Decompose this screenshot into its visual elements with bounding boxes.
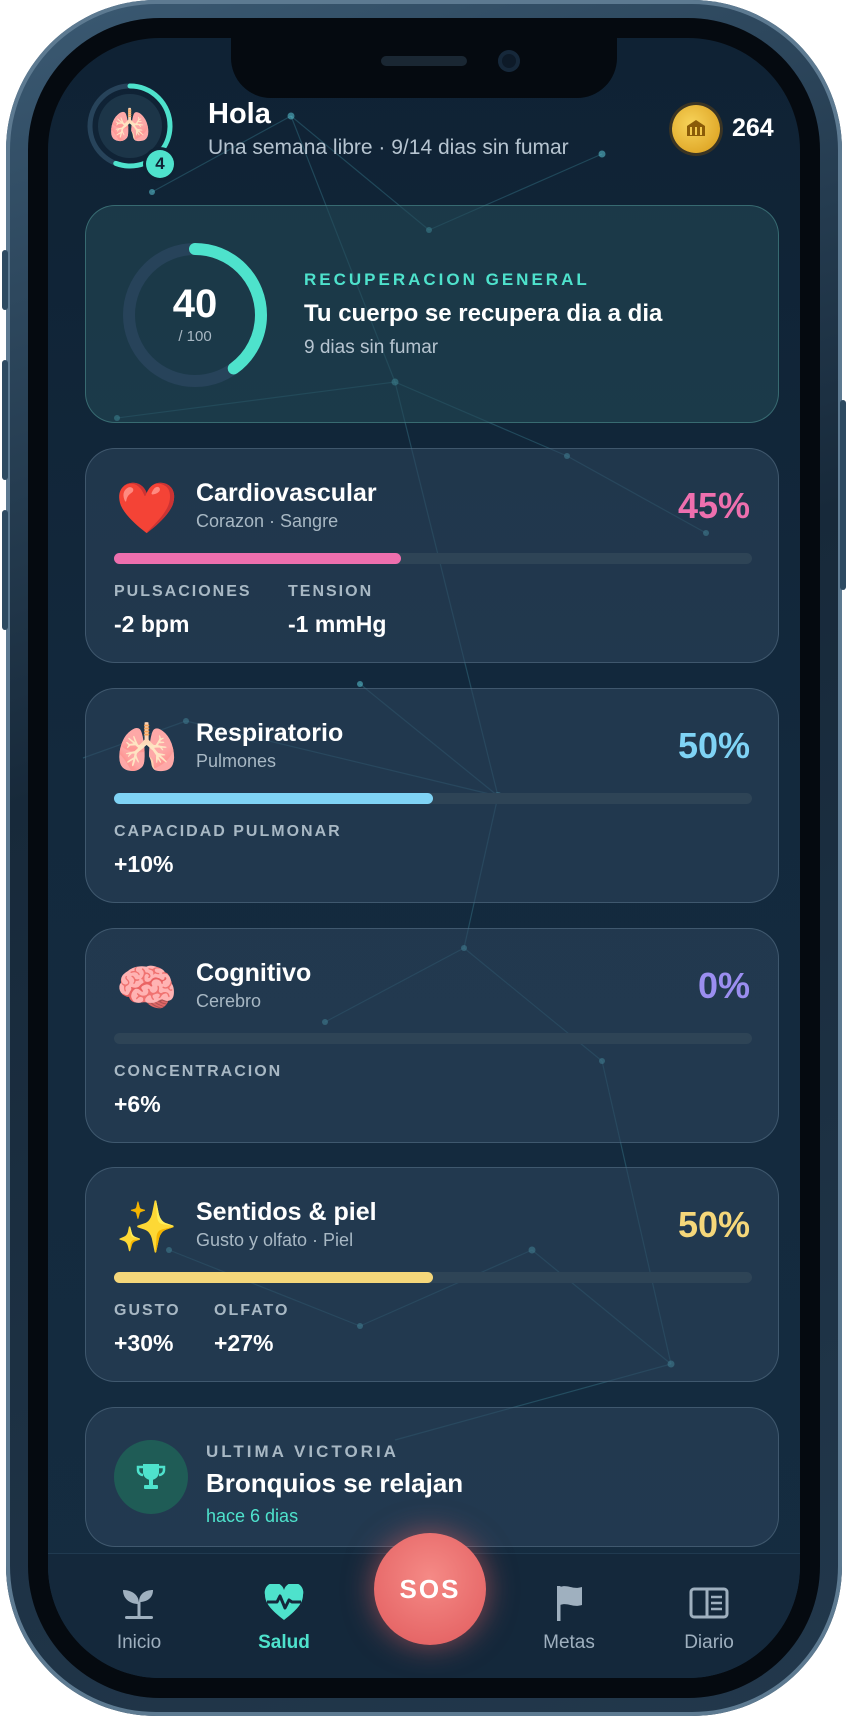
- system-percent: 45%: [677, 485, 750, 526]
- journal-icon: [649, 1582, 769, 1624]
- metric-label: CONCENTRACION: [114, 1063, 283, 1080]
- level-badge: 4: [146, 150, 174, 178]
- system-title: Respiratorio: [196, 719, 344, 747]
- recovery-subtitle: 9 dias sin fumar: [304, 337, 439, 358]
- victory-time: hace 6 dias: [206, 1506, 299, 1526]
- system-subtitle: Corazon · Sangre: [196, 511, 339, 531]
- greeting-title: Hola: [208, 98, 271, 130]
- victory-label: ULTIMA VICTORIA: [206, 1442, 399, 1461]
- metric-label: OLFATO: [214, 1302, 290, 1319]
- coin-count: 264: [732, 114, 774, 142]
- metric-gusto: GUSTO +30%: [114, 1302, 181, 1357]
- nav-diario[interactable]: Diario: [649, 1582, 769, 1654]
- overall-recovery-card[interactable]: 40 / 100 RECUPERACION GENERAL Tu cuerpo …: [85, 205, 779, 423]
- sos-button[interactable]: SOS: [374, 1533, 486, 1645]
- system-title: Sentidos & piel: [196, 1198, 377, 1226]
- notch: [231, 38, 617, 98]
- cognitive-card[interactable]: 🧠 Cognitivo Cerebro 0% CONCENTRACION +6%: [85, 928, 779, 1143]
- metric-label: CAPACIDAD PULMONAR: [114, 823, 342, 840]
- volume-up-button: [2, 360, 8, 480]
- system-percent: 50%: [677, 725, 750, 766]
- progress-fill: [114, 1272, 433, 1283]
- recovery-label: RECUPERACION GENERAL: [304, 270, 590, 289]
- progress-bar: [114, 1272, 752, 1283]
- metric-value: +27%: [214, 1330, 274, 1356]
- nav-metas[interactable]: Metas: [509, 1582, 629, 1654]
- nav-label: Metas: [543, 1632, 595, 1653]
- nav-label: Diario: [684, 1632, 734, 1653]
- nav-label: Inicio: [116, 1632, 162, 1653]
- last-victory-card[interactable]: ULTIMA VICTORIA Bronquios se relajan hac…: [85, 1407, 779, 1547]
- system-subtitle: Gusto y olfato · Piel: [196, 1230, 354, 1250]
- lungs-icon: 🫁: [115, 720, 179, 776]
- sparkles-icon: ✨: [115, 1199, 179, 1255]
- mute-switch: [2, 250, 8, 310]
- metric-value: +6%: [114, 1091, 161, 1117]
- nav-salud[interactable]: Salud: [224, 1582, 344, 1654]
- metric-value: +30%: [114, 1330, 174, 1356]
- recovery-score-max: / 100: [178, 328, 212, 345]
- system-title: Cognitivo: [196, 959, 312, 987]
- avatar[interactable]: 🫁 4: [86, 82, 174, 178]
- progress-fill: [114, 553, 402, 564]
- progress-bar: [114, 1033, 752, 1044]
- metric-value: +10%: [114, 851, 174, 877]
- metric-value: -1 mmHg: [288, 611, 387, 637]
- metric-value: -2 bpm: [114, 611, 190, 637]
- flag-icon: [509, 1582, 629, 1624]
- progress-fill: [114, 793, 433, 804]
- metric-label: PULSACIONES: [114, 583, 252, 600]
- brain-icon: 🧠: [115, 960, 179, 1016]
- sprout-icon: [79, 1582, 199, 1624]
- system-percent: 50%: [677, 1204, 750, 1245]
- metric-pulsaciones: PULSACIONES -2 bpm: [114, 583, 252, 638]
- progress-bar: [114, 793, 752, 804]
- respiratory-card[interactable]: 🫁 Respiratorio Pulmones 50% CAPACIDAD PU…: [85, 688, 779, 903]
- cardiovascular-card[interactable]: ❤️ Cardiovascular Corazon · Sangre 45% P…: [85, 448, 779, 663]
- metric-capacidad-pulmonar: CAPACIDAD PULMONAR +10%: [114, 823, 342, 878]
- metric-tension: TENSION -1 mmHg: [288, 583, 386, 638]
- heart-pulse-icon: [224, 1582, 344, 1624]
- greeting-subtitle: Una semana libre · 9/14 dias sin fumar: [208, 136, 569, 159]
- nav-inicio[interactable]: Inicio: [79, 1582, 199, 1654]
- speaker-grille: [381, 56, 467, 66]
- senses-skin-card[interactable]: ✨ Sentidos & piel Gusto y olfato · Piel …: [85, 1167, 779, 1382]
- system-percent: 0%: [697, 965, 750, 1006]
- system-subtitle: Pulmones: [196, 751, 277, 771]
- metric-label: GUSTO: [114, 1302, 181, 1319]
- phone-frame: 🫁 4 Hola Una semana libre · 9/14 dias si…: [2, 0, 846, 1716]
- trophy-icon: [114, 1440, 188, 1514]
- health-screen: 🫁 4 Hola Una semana libre · 9/14 dias si…: [48, 38, 800, 1678]
- progress-bar: [114, 553, 752, 564]
- victory-title: Bronquios se relajan: [206, 1468, 464, 1498]
- power-button: [840, 400, 846, 590]
- front-camera: [498, 50, 520, 72]
- lungs-icon: 🫁: [98, 94, 162, 158]
- heart-icon: ❤️: [115, 480, 179, 536]
- nav-label: Salud: [258, 1632, 310, 1653]
- recovery-score: 40: [172, 282, 218, 326]
- coin-icon[interactable]: [672, 105, 720, 153]
- system-subtitle: Cerebro: [196, 991, 262, 1011]
- system-title: Cardiovascular: [196, 479, 377, 507]
- screen: 🫁 4 Hola Una semana libre · 9/14 dias si…: [48, 38, 800, 1678]
- recovery-title: Tu cuerpo se recupera dia a dia: [304, 300, 663, 327]
- metric-label: TENSION: [288, 583, 374, 600]
- metric-concentracion: CONCENTRACION +6%: [114, 1063, 282, 1118]
- metric-olfato: OLFATO +27%: [214, 1302, 289, 1357]
- volume-down-button: [2, 510, 8, 630]
